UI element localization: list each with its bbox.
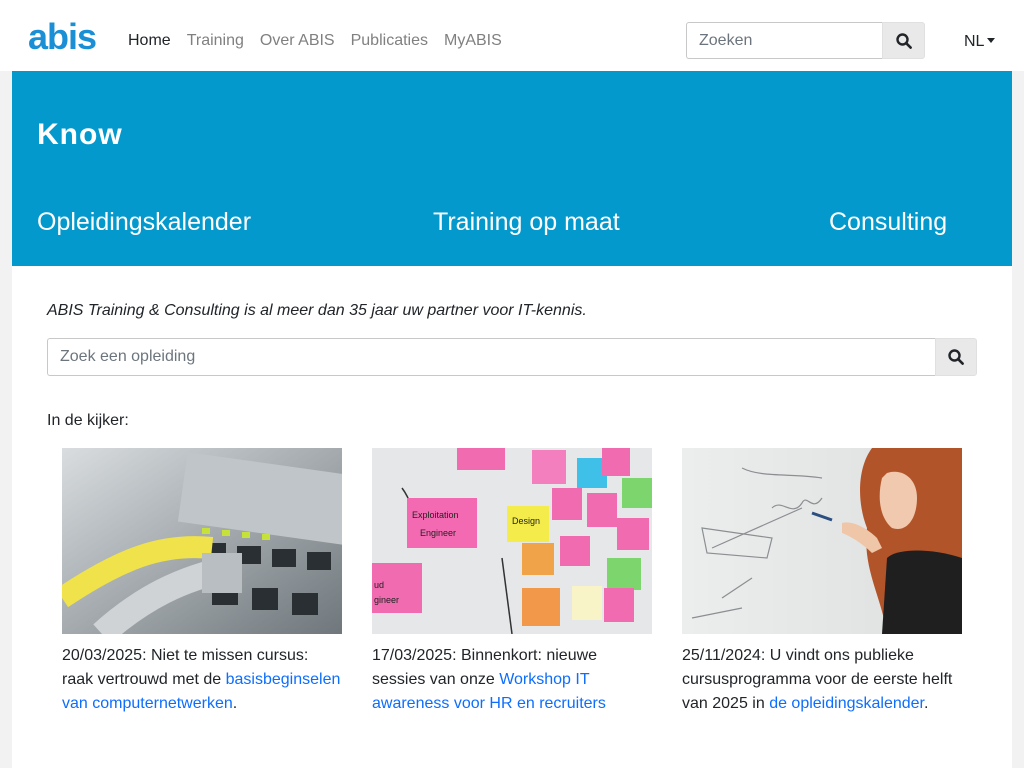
chevron-down-icon bbox=[987, 38, 996, 43]
card-text-end: . bbox=[923, 695, 929, 712]
abis-logo[interactable]: abis bbox=[28, 14, 104, 57]
top-navbar: abis Home Training Over ABIS Publicaties… bbox=[0, 0, 1024, 71]
hero-link-consulting[interactable]: Consulting bbox=[829, 207, 947, 237]
svg-text:gineer: gineer bbox=[374, 595, 399, 605]
svg-text:abis: abis bbox=[28, 16, 96, 52]
card-link[interactable]: de opleidingskalender bbox=[769, 695, 924, 712]
sticky-notes-image[interactable]: Exploitation Engineer Design ud gineer bbox=[372, 448, 652, 634]
search-icon bbox=[895, 32, 912, 49]
site-search-input[interactable] bbox=[686, 22, 882, 59]
tagline: ABIS Training & Consulting is al meer da… bbox=[47, 302, 587, 319]
card-description: 25/11/2024: U vindt ons publieke cursusp… bbox=[682, 644, 962, 716]
whiteboard-woman-image[interactable] bbox=[682, 448, 962, 634]
search-icon bbox=[948, 349, 964, 365]
svg-text:Exploitation: Exploitation bbox=[412, 510, 459, 520]
main-content: ABIS Training & Consulting is al meer da… bbox=[12, 266, 1012, 768]
nav-item-home[interactable]: Home bbox=[128, 31, 171, 51]
main-nav: Home Training Over ABIS Publicaties MyAB… bbox=[128, 31, 518, 51]
course-search-input[interactable] bbox=[47, 338, 935, 376]
card-description: 17/03/2025: Binnenkort: nieuwe sessies v… bbox=[372, 644, 652, 716]
hero-link-opleidingskalender[interactable]: Opleidingskalender bbox=[37, 207, 251, 237]
featured-card: Exploitation Engineer Design ud gineer 1… bbox=[372, 448, 652, 716]
network-switch-image[interactable] bbox=[62, 448, 342, 634]
featured-card: 25/11/2024: U vindt ons publieke cursusp… bbox=[682, 448, 962, 716]
language-selector[interactable]: NL bbox=[964, 33, 996, 51]
course-search-button[interactable] bbox=[935, 338, 977, 376]
nav-item-over-abis[interactable]: Over ABIS bbox=[260, 31, 335, 51]
svg-text:Engineer: Engineer bbox=[420, 528, 456, 538]
hero-title: Know bbox=[37, 118, 123, 151]
svg-text:ud: ud bbox=[374, 580, 384, 590]
nav-item-myabis[interactable]: MyABIS bbox=[444, 31, 502, 51]
nav-item-publicaties[interactable]: Publicaties bbox=[351, 31, 428, 51]
featured-card: 20/03/2025: Niet te missen cursus: raak … bbox=[62, 448, 342, 716]
card-text-end: . bbox=[232, 695, 238, 712]
hero-link-training-op-maat[interactable]: Training op maat bbox=[433, 207, 620, 237]
card-description: 20/03/2025: Niet te missen cursus: raak … bbox=[62, 644, 342, 716]
language-label: NL bbox=[964, 33, 985, 50]
featured-heading: In de kijker: bbox=[47, 412, 129, 429]
site-search-button[interactable] bbox=[882, 22, 925, 59]
svg-text:Design: Design bbox=[512, 516, 540, 526]
nav-item-training[interactable]: Training bbox=[187, 31, 244, 51]
hero-banner: Know Opleidingskalender Training op maat… bbox=[12, 71, 1012, 266]
